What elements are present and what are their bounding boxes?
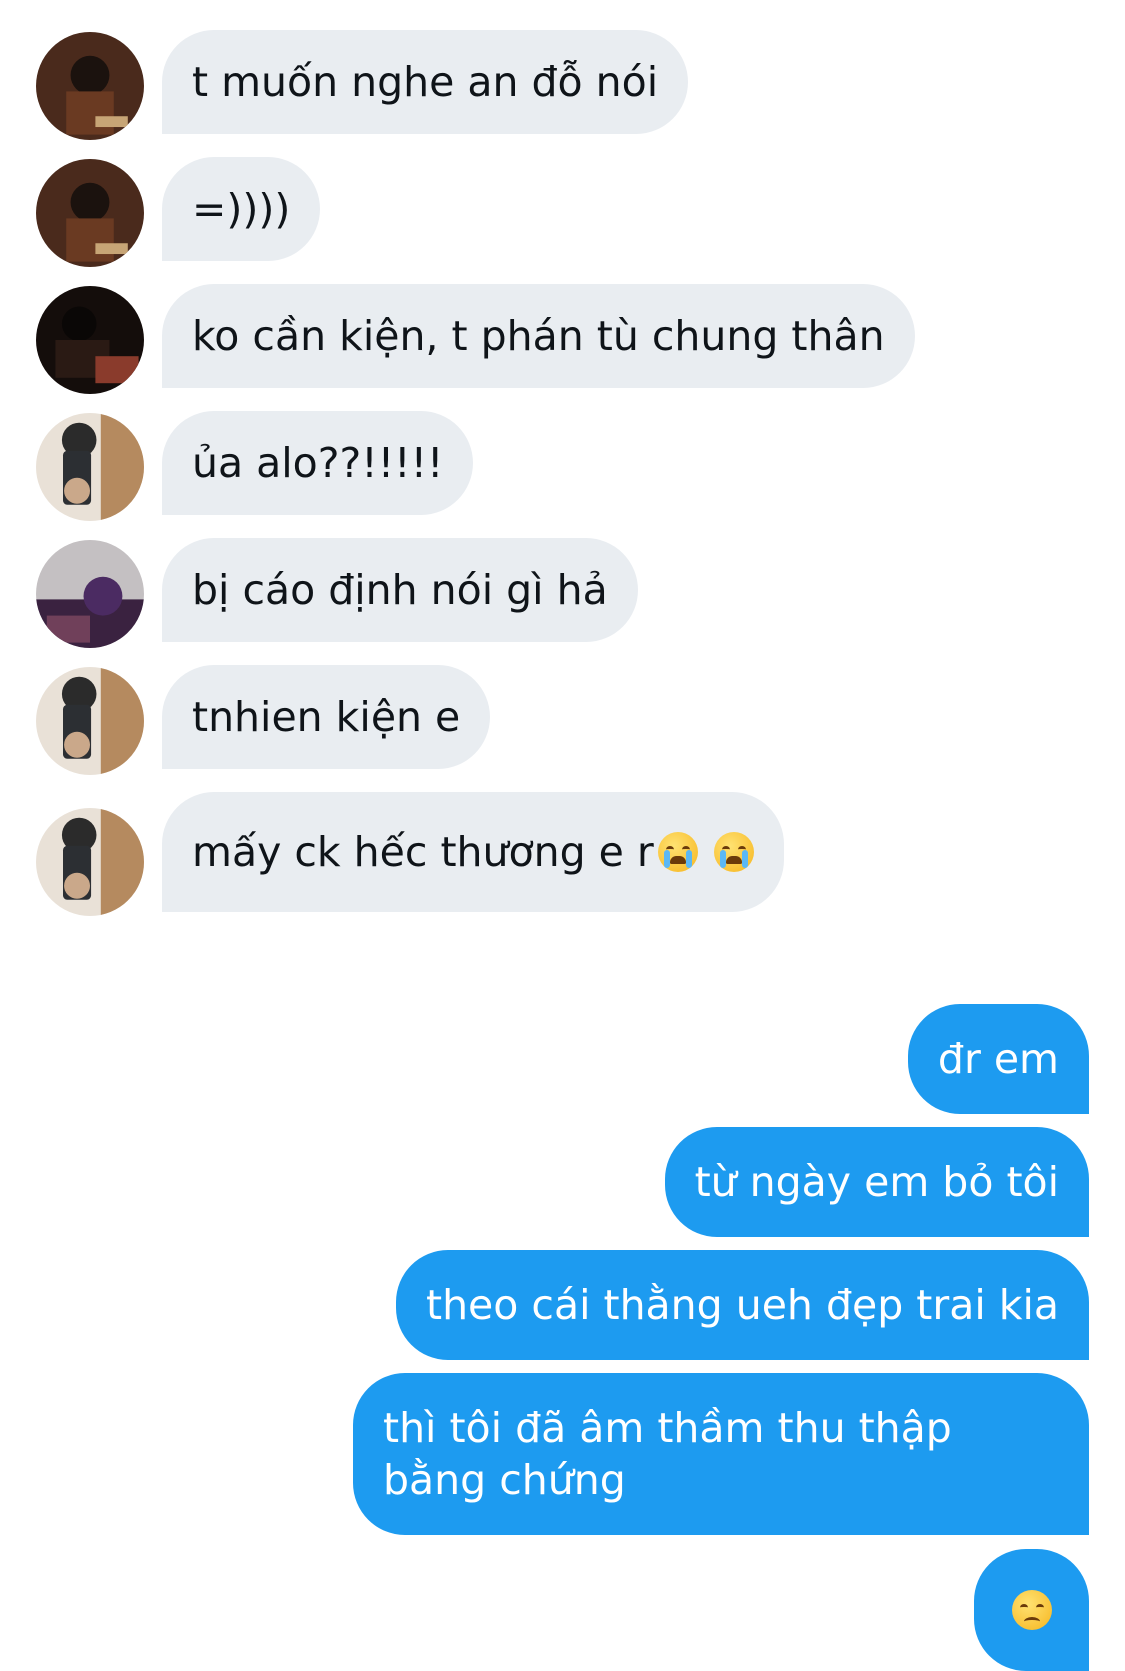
avatar[interactable] — [36, 540, 144, 648]
avatar[interactable] — [36, 413, 144, 521]
message-bubble[interactable]: =)))) — [162, 157, 321, 261]
message-text: theo cái thằng ueh đẹp trai kia — [426, 1281, 1059, 1329]
message-bubble[interactable]: thì tôi đã âm thầm thu thập bằng chứng — [353, 1373, 1089, 1535]
message-text: mấy ck hếc thương e r — [192, 828, 654, 876]
message-text: =)))) — [192, 185, 291, 233]
message-bubble[interactable]: ủa alo??!!!!! — [162, 411, 474, 515]
message-text: tnhien kiện e — [192, 693, 461, 741]
message-text: t muốn nghe an đỗ nói — [192, 58, 659, 106]
message-bubble[interactable]: bị cáo định nói gì hả — [162, 538, 638, 642]
avatar[interactable] — [36, 667, 144, 775]
message-text: bị cáo định nói gì hả — [192, 566, 608, 614]
disappointed-face-icon — [1011, 1590, 1052, 1630]
avatar[interactable] — [36, 808, 144, 916]
message-bubble[interactable]: t muốn nghe an đỗ nói — [162, 30, 689, 134]
avatar[interactable] — [36, 32, 144, 140]
message-bubble[interactable] — [974, 1549, 1089, 1671]
message-text: đr em — [937, 1035, 1059, 1083]
message-text: từ ngày em bỏ tôi — [694, 1158, 1059, 1206]
loudly-crying-face-icon — [657, 832, 698, 872]
message-bubble[interactable]: ko cần kiện, t phán tù chung thân — [162, 284, 915, 388]
message-bubble[interactable]: theo cái thằng ueh đẹp trai kia — [396, 1250, 1089, 1360]
avatar[interactable] — [36, 159, 144, 267]
message-bubble[interactable]: đr em — [907, 1004, 1089, 1114]
loudly-crying-face-icon — [713, 832, 754, 872]
message-bubble[interactable]: mấy ck hếc thương e r — [162, 792, 784, 912]
message-text: ủa alo??!!!!! — [192, 439, 444, 487]
message-text: ko cần kiện, t phán tù chung thân — [192, 312, 885, 360]
message-text: thì tôi đã âm thầm thu thập bằng chứng — [383, 1404, 952, 1504]
message-bubble[interactable]: tnhien kiện e — [162, 665, 491, 769]
message-bubble[interactable]: từ ngày em bỏ tôi — [664, 1127, 1089, 1237]
avatar[interactable] — [36, 286, 144, 394]
